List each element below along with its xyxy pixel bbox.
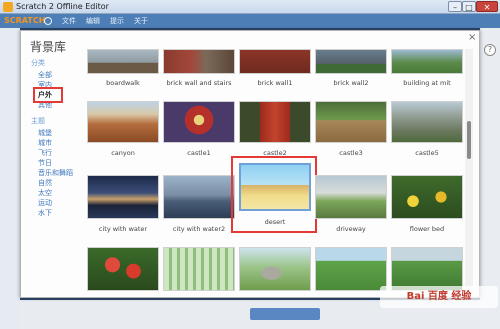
grid-scrollbar-thumb[interactable]: [467, 121, 471, 159]
backdrop-grid: boardwalk brick wall and stairs brick wa…: [81, 49, 465, 295]
language-globe-icon[interactable]: [44, 17, 52, 25]
theme-space[interactable]: 太空: [38, 189, 52, 197]
backdrop-thumbnail: [239, 247, 311, 291]
menu-bar: SCRATCH 文件 编辑 提示 关于: [0, 14, 500, 28]
backdrop-thumbnail: [391, 101, 463, 143]
backdrop-thumbnail: [391, 175, 463, 219]
app-icon: [3, 2, 13, 12]
menu-file[interactable]: 文件: [62, 16, 76, 26]
backdrop-label: castle5: [415, 149, 439, 157]
grid-scrollbar-track[interactable]: [465, 49, 473, 295]
highlight-box-outdoors: [33, 87, 63, 103]
close-window-button[interactable]: ✕: [476, 1, 498, 12]
editor-right-panel: ?: [480, 28, 500, 329]
theme-underwater[interactable]: 水下: [38, 209, 52, 217]
backdrop-label: brick wall and stairs: [166, 79, 232, 87]
window-title: Scratch 2 Offline Editor: [16, 2, 109, 11]
theme-nature[interactable]: 自然: [38, 179, 52, 187]
backdrop-thumbnail: [391, 49, 463, 74]
backdrop-thumbnail: [163, 175, 235, 219]
menu-about[interactable]: 关于: [134, 16, 148, 26]
minimize-button[interactable]: –: [448, 1, 462, 12]
backdrop-label: city with water2: [172, 225, 226, 233]
backdrop-label: building at mit: [403, 79, 451, 87]
backdrop-thumbnail: [87, 247, 159, 291]
backdrop-thumbnail: [163, 101, 235, 143]
stage-button[interactable]: [250, 308, 320, 320]
backdrop-label: brick wall2: [333, 79, 369, 87]
theme-city[interactable]: 城市: [38, 139, 52, 147]
help-icon[interactable]: ?: [484, 44, 496, 56]
backdrop-thumbnail: [315, 175, 387, 219]
category-group-heading: 分类: [31, 59, 45, 67]
menu-edit[interactable]: 编辑: [86, 16, 100, 26]
category-sidebar: 分类 全部 室内 户外 其他 主题 城堡 城市 飞行 节日 音乐和舞蹈 自然 太…: [29, 59, 79, 284]
backdrop-library-dialog: 背景库 × 分类 全部 室内 户外 其他 主题 城堡 城市 飞行 节日 音乐和舞…: [20, 30, 480, 298]
window-titlebar: Scratch 2 Offline Editor – □ ✕: [0, 0, 500, 14]
theme-flying[interactable]: 飞行: [38, 149, 52, 157]
maximize-button[interactable]: □: [462, 1, 476, 12]
baidu-watermark: Bai 百度 经验: [380, 286, 498, 308]
dialog-close-button[interactable]: ×: [468, 33, 476, 43]
theme-music-dance[interactable]: 音乐和舞蹈: [38, 169, 73, 177]
backdrop-thumbnail: [163, 247, 235, 291]
scratch-logo: SCRATCH: [4, 16, 46, 25]
backdrop-thumbnail: [163, 49, 235, 74]
backdrop-thumbnail: [315, 101, 387, 143]
editor-left-panel: [0, 28, 20, 329]
theme-group-heading: 主题: [31, 117, 45, 125]
backdrop-thumbnail: [391, 247, 463, 291]
backdrop-label: flower bed: [409, 225, 445, 233]
backdrop-thumbnail: [87, 49, 159, 74]
highlight-box-desert: [231, 156, 317, 233]
theme-holiday[interactable]: 节日: [38, 159, 52, 167]
backdrop-label: castle3: [339, 149, 363, 157]
backdrop-thumbnail: [315, 49, 387, 74]
backdrop-thumbnail: [239, 101, 311, 143]
backdrop-label: castle1: [187, 149, 211, 157]
dialog-title: 背景库: [30, 40, 67, 54]
backdrop-thumbnail: [315, 247, 387, 291]
theme-castle[interactable]: 城堡: [38, 129, 52, 137]
backdrop-thumbnail: [239, 49, 311, 74]
category-all[interactable]: 全部: [38, 71, 52, 79]
backdrop-thumbnail: [87, 101, 159, 143]
menu-tips[interactable]: 提示: [110, 16, 124, 26]
theme-sports[interactable]: 运动: [38, 199, 52, 207]
backdrop-thumbnail: [87, 175, 159, 219]
backdrop-label: driveway: [336, 225, 366, 233]
backdrop-label: brick wall1: [257, 79, 293, 87]
